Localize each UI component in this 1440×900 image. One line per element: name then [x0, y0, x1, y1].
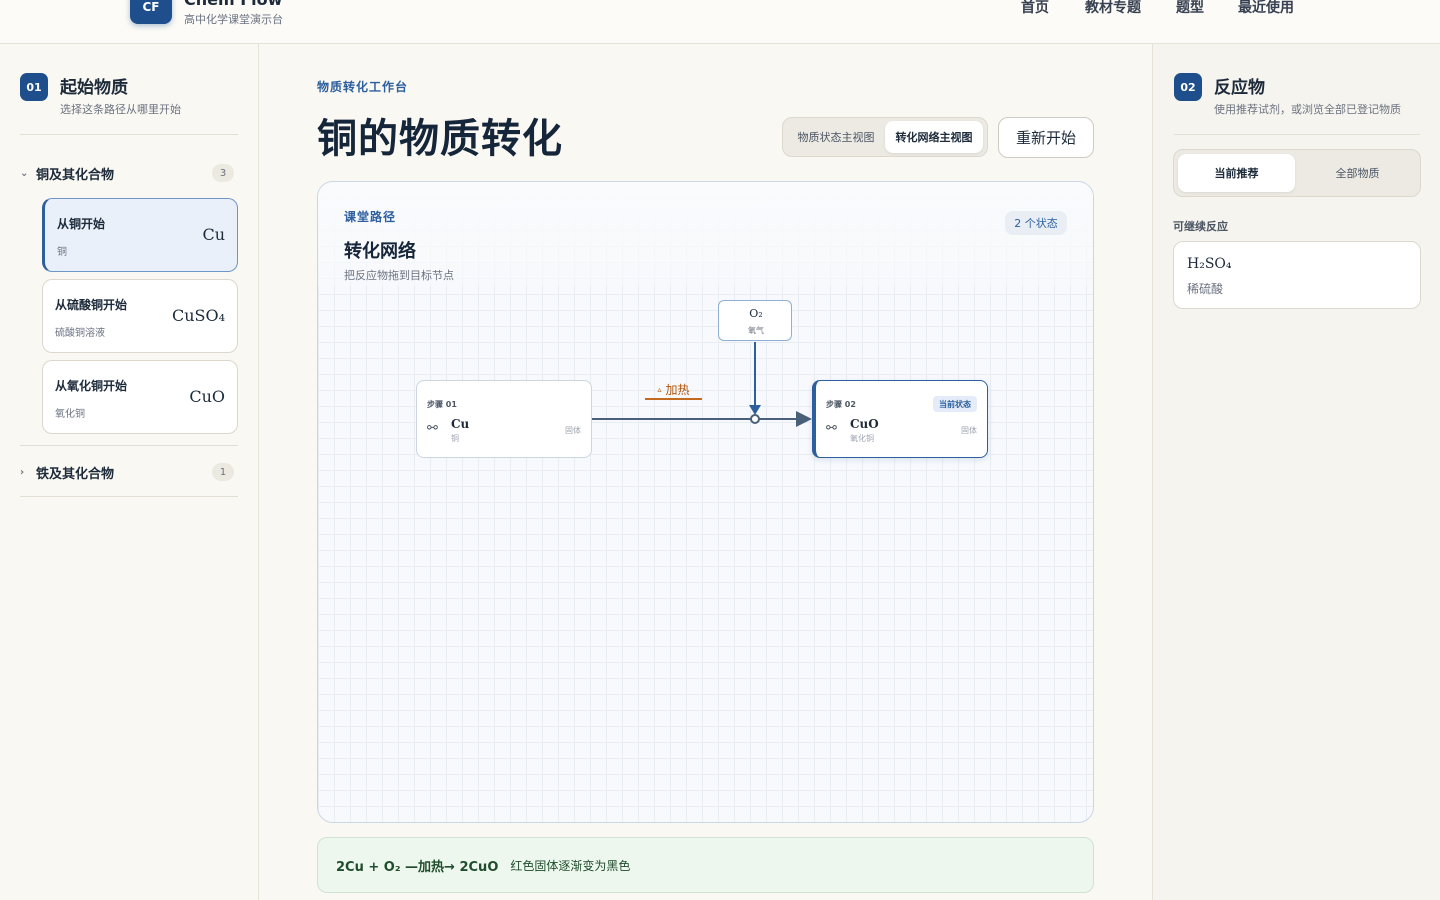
group-count: 3: [212, 164, 234, 182]
arrowhead-icon: [796, 411, 812, 427]
reagent-node-name: 氧气: [748, 326, 764, 335]
group-iron[interactable]: › 铁及其化合物 1: [20, 460, 238, 484]
start-card-title: 从氧化铜开始: [55, 379, 128, 393]
chevron-down-icon: ⌄: [20, 167, 29, 179]
start-card-cu[interactable]: 从铜开始 铜 Cu: [42, 198, 238, 272]
reagent-node-o2[interactable]: O₂ 氧气: [718, 300, 792, 341]
panel-subtitle: 选择这条路径从哪里开始: [60, 103, 181, 116]
start-card-formula: Cu: [202, 225, 225, 244]
start-card-cuso4[interactable]: 从硫酸铜开始 硫酸铜溶液 CuSO₄: [42, 279, 238, 353]
step-badge: 01: [20, 73, 48, 101]
divider: [20, 445, 238, 446]
junction-dot: [750, 414, 760, 424]
left-sidebar: 01 起始物质 选择这条路径从哪里开始 ⌄ 铜及其化合物 3 从铜开始 铜 Cu…: [0, 44, 259, 900]
node-step: 步骤 02: [826, 400, 856, 409]
view-option-network[interactable]: 转化网络主视图: [885, 121, 983, 153]
start-card-subtitle: 氧化铜: [55, 409, 85, 420]
brand-subtitle: 高中化学课堂演示台: [184, 13, 283, 26]
start-card-title: 从铜开始: [57, 217, 106, 231]
top-bar: CF Chem Flow 高中化学课堂演示台 首页 教材专题 题型 最近使用: [0, 0, 1440, 44]
molecule-icon: ⚯: [826, 421, 837, 436]
workbench-label: 物质转化工作台: [317, 80, 409, 94]
page-title: 铜的物质转化: [317, 116, 563, 162]
condition-text: 加热: [665, 382, 690, 397]
divider: [1174, 134, 1420, 135]
node-name: 氧化铜: [850, 434, 874, 443]
flame-icon: ▵: [657, 384, 662, 394]
step-badge: 02: [1174, 73, 1202, 101]
restart-button[interactable]: 重新开始: [998, 117, 1094, 158]
equation-text: 2Cu + O₂ —加热→ 2CuO: [336, 859, 499, 875]
connector-lines: [592, 342, 812, 427]
node-name: 铜: [451, 434, 459, 443]
reagent-tabs: 当前推荐 全部物质: [1173, 149, 1421, 197]
group-label: 铁及其化合物: [36, 466, 115, 482]
tab-all-substances[interactable]: 全部物质: [1299, 154, 1416, 192]
reagent-name: 稀硫酸: [1187, 282, 1224, 296]
panel-title: 反应物: [1214, 78, 1265, 98]
start-card-formula: CuO: [189, 387, 225, 406]
node-cu[interactable]: 步骤 01 ⚯ Cu 铜 固体: [416, 380, 592, 458]
tab-recommended[interactable]: 当前推荐: [1178, 154, 1295, 192]
nav-textbook-topics[interactable]: 教材专题: [1085, 0, 1141, 17]
nav-recent[interactable]: 最近使用: [1238, 0, 1294, 17]
equation-bar: 2Cu + O₂ —加热→ 2CuO 红色固体逐渐变为黑色: [317, 837, 1094, 893]
node-cuo[interactable]: 步骤 02 当前状态 ⚯ CuO 氧化铜 固体: [812, 380, 988, 458]
start-card-subtitle: 铜: [57, 247, 67, 258]
network-canvas[interactable]: 课堂路径 转化网络 把反应物拖到目标节点 2 个状态 O₂ 氧气 ▵ 加热 步骤…: [317, 181, 1094, 823]
current-state-badge: 当前状态: [933, 396, 977, 412]
panel-subtitle: 使用推荐试剂，或浏览全部已登记物质: [1214, 103, 1401, 116]
node-step: 步骤 01: [427, 400, 457, 409]
group-count: 1: [212, 463, 234, 481]
chevron-right-icon: ›: [20, 466, 25, 478]
group-copy[interactable]: ⌄ 铜及其化合物 3: [20, 161, 238, 185]
right-sidebar: 02 反应物 使用推荐试剂，或浏览全部已登记物质 当前推荐 全部物质 可继续反应…: [1152, 44, 1440, 900]
node-state: 固体: [961, 426, 977, 435]
reagent-node-formula: O₂: [749, 307, 763, 320]
condition-label: ▵ 加热: [645, 380, 702, 400]
logo-badge[interactable]: CF: [130, 0, 172, 24]
node-formula: CuO: [850, 417, 879, 431]
brand-name: Chem Flow: [184, 0, 282, 9]
start-card-title: 从硫酸铜开始: [55, 298, 128, 312]
divider: [20, 496, 238, 497]
nav-question-types[interactable]: 题型: [1176, 0, 1204, 17]
node-formula: Cu: [451, 417, 470, 431]
view-option-state[interactable]: 物质状态主视图: [787, 121, 885, 153]
section-label: 可继续反应: [1173, 220, 1228, 233]
molecule-icon: ⚯: [427, 421, 438, 436]
view-switcher: 物质状态主视图 转化网络主视图: [782, 117, 988, 157]
divider: [20, 134, 238, 135]
start-card-subtitle: 硫酸铜溶液: [55, 328, 105, 339]
reagent-formula: H₂SO₄: [1187, 256, 1232, 272]
panel-title: 起始物质: [60, 78, 128, 98]
arrow-down-icon: [749, 405, 761, 415]
equation-description: 红色固体逐渐变为黑色: [510, 858, 631, 873]
nav-home[interactable]: 首页: [1021, 0, 1049, 17]
node-state: 固体: [565, 426, 581, 435]
start-card-cuo[interactable]: 从氧化铜开始 氧化铜 CuO: [42, 360, 238, 434]
start-card-formula: CuSO₄: [171, 306, 225, 325]
reagent-card-h2so4[interactable]: H₂SO₄ 稀硫酸: [1173, 241, 1421, 309]
group-label: 铜及其化合物: [36, 167, 115, 183]
